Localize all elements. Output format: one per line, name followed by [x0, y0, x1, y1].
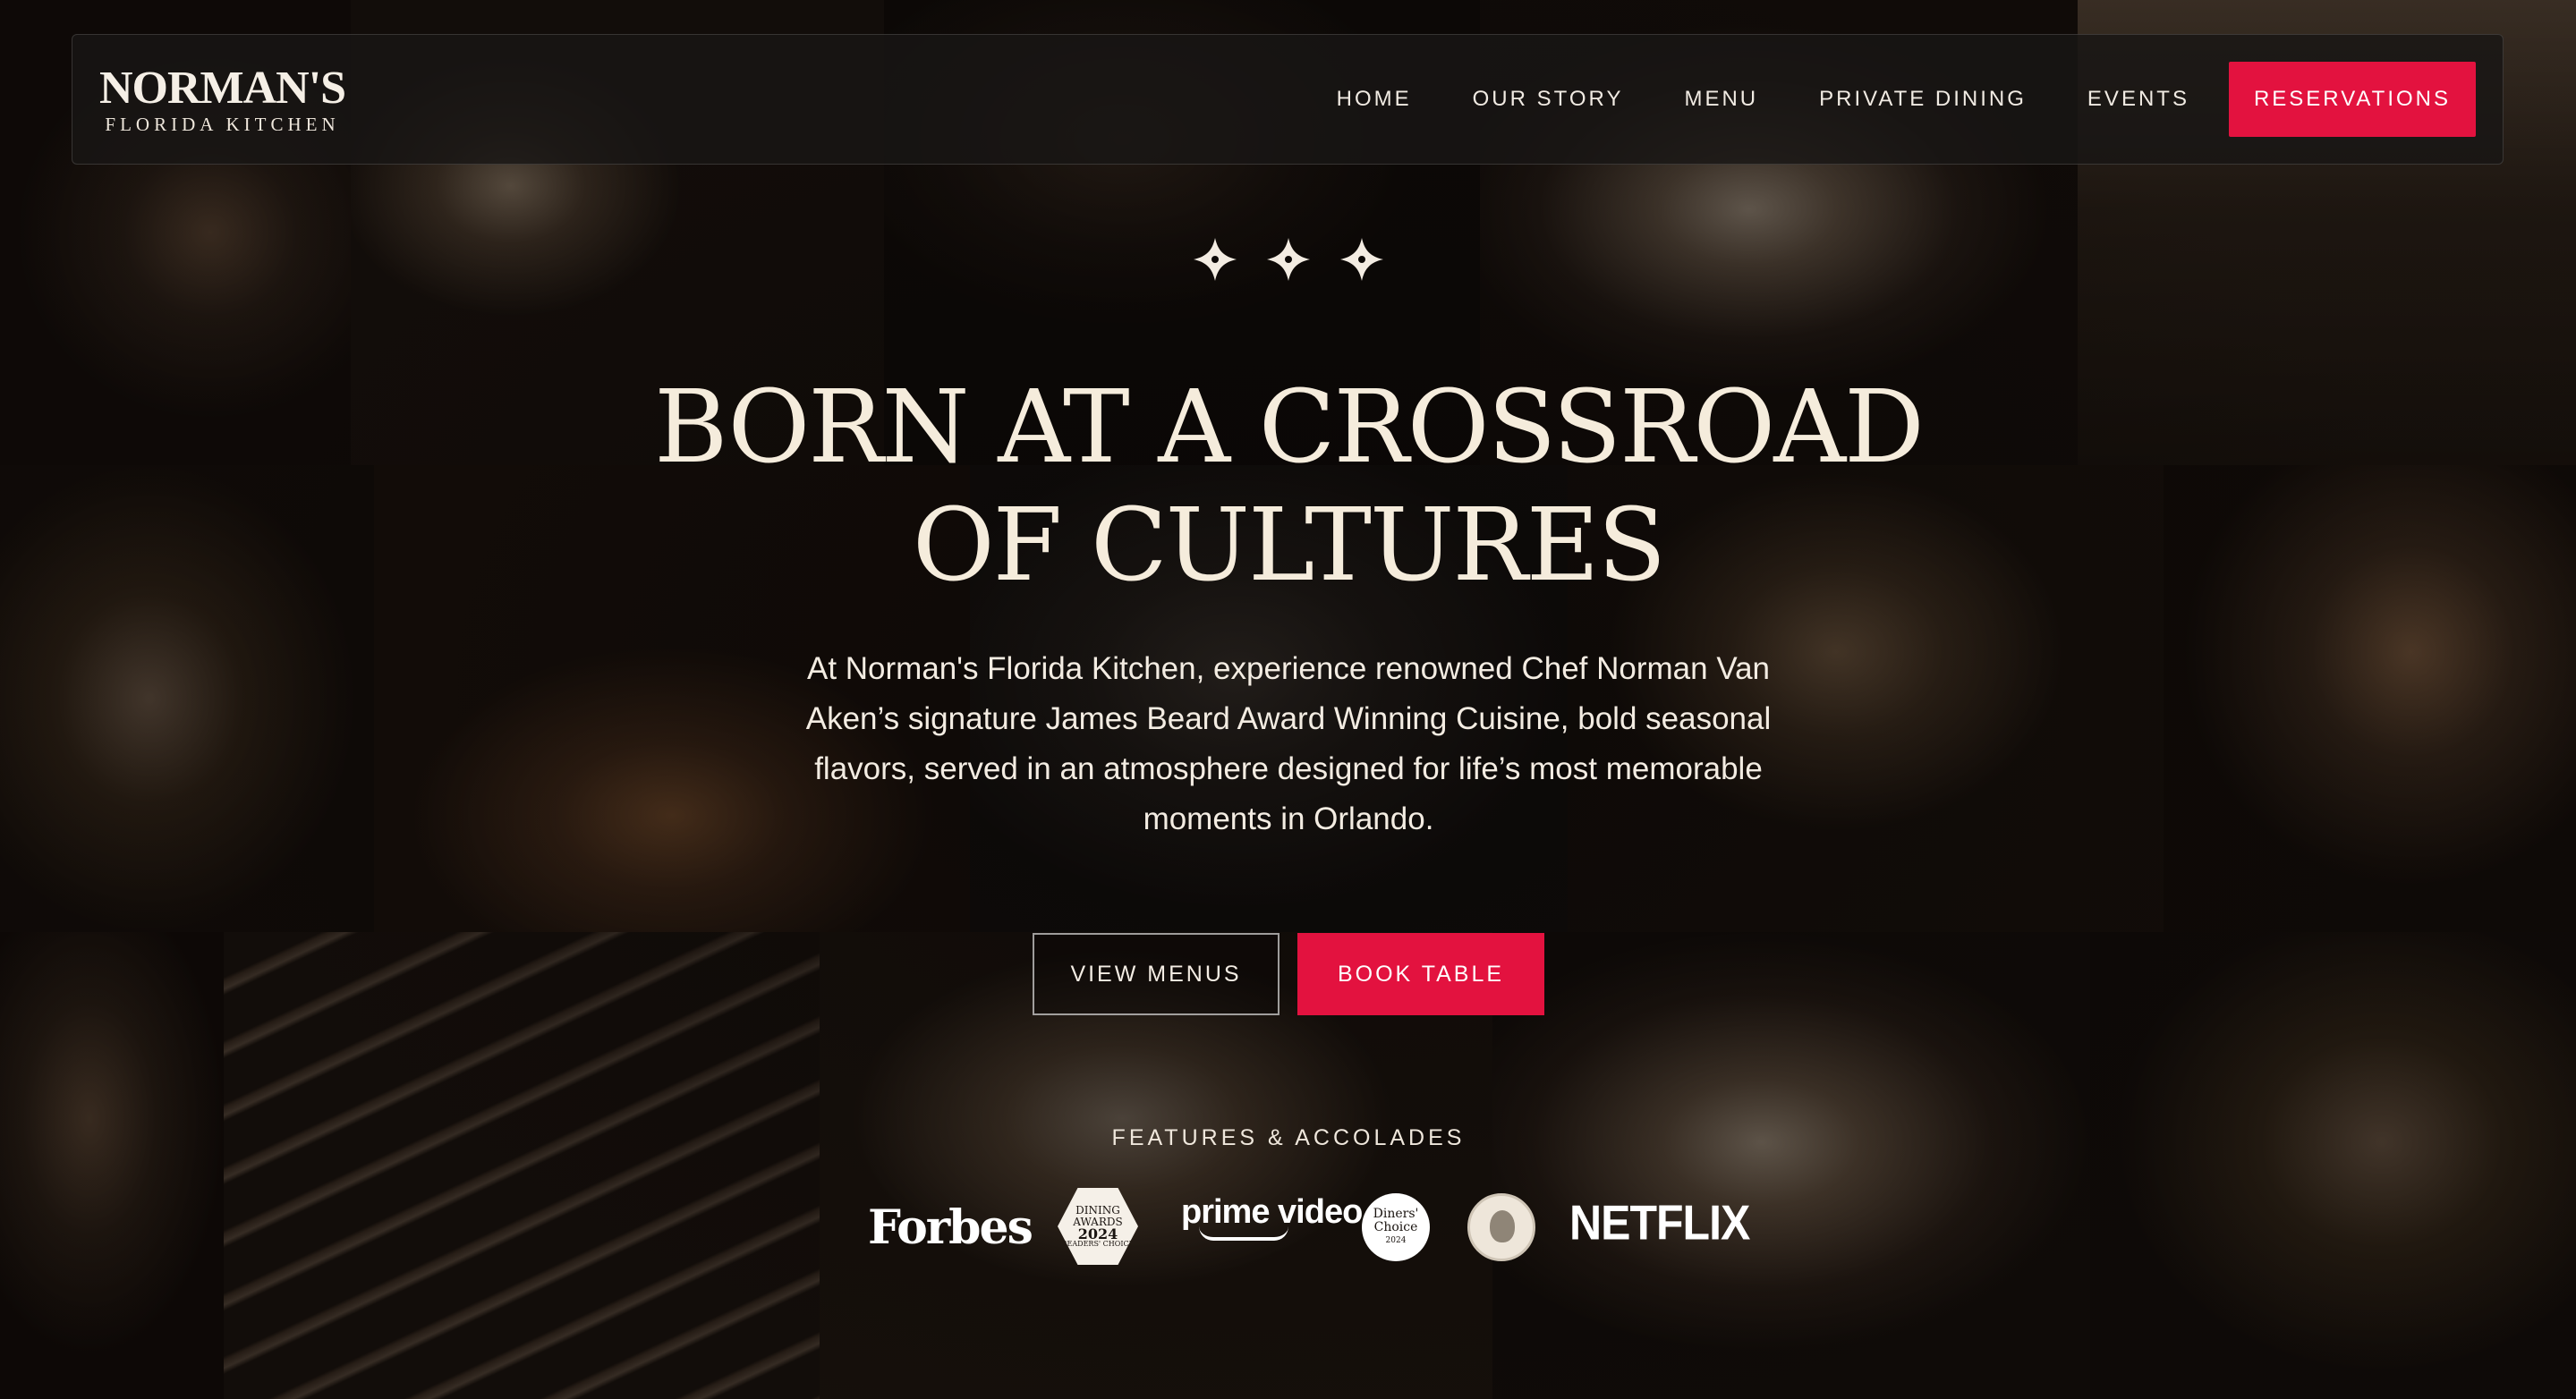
- hero-buttons: VIEW MENUS BOOK TABLE: [1033, 933, 1544, 1015]
- hero-title-line1: BORN AT A CROSSROAD: [654, 369, 1925, 486]
- james-beard-medal-icon: [1467, 1193, 1535, 1261]
- diners-choice-line1: Diners': [1373, 1206, 1419, 1221]
- nav-our-story[interactable]: OUR STORY: [1473, 87, 1624, 112]
- nav-home[interactable]: HOME: [1337, 87, 1412, 112]
- diners-choice-line2: Choice: [1373, 1219, 1418, 1234]
- fleur-star-icon: [1340, 238, 1383, 281]
- prime-smile-icon: [1199, 1226, 1288, 1241]
- fleur-star-icon: [1194, 238, 1237, 281]
- accolades-label: FEATURES & ACCOLADES: [1111, 1125, 1466, 1150]
- nav-private-dining[interactable]: PRIVATE DINING: [1819, 87, 2027, 112]
- book-table-button[interactable]: BOOK TABLE: [1297, 933, 1544, 1015]
- netflix-logo: NETFLIX: [1569, 1195, 1750, 1251]
- diners-choice-year: 2024: [1385, 1235, 1407, 1245]
- brand-tagline: FLORIDA KITCHEN: [105, 114, 340, 135]
- brand-name: NORMAN'S: [99, 63, 346, 114]
- dining-awards-badge: DINING AWARDS 2024 READERS' CHOICE: [1058, 1188, 1138, 1265]
- fleur-star-icon: [1267, 238, 1310, 281]
- diners-choice-badge: Diners' Choice 2024: [1362, 1193, 1430, 1261]
- nav-menu[interactable]: MENU: [1684, 87, 1758, 112]
- hero-title-line2: OF CULTURES: [912, 488, 1666, 604]
- hero-title: BORN AT A CROSSROAD OF CULTURES: [573, 369, 2004, 605]
- view-menus-button[interactable]: VIEW MENUS: [1033, 933, 1279, 1015]
- brand-logo[interactable]: NORMAN'S FLORIDA KITCHEN: [99, 63, 346, 136]
- main-nav: HOME OUR STORY MENU PRIVATE DINING EVENT…: [1276, 62, 2476, 137]
- reservations-button[interactable]: RESERVATIONS: [2228, 62, 2476, 137]
- prime-video-logo: prime video: [1181, 1193, 1363, 1241]
- nav-events[interactable]: EVENTS: [2087, 87, 2189, 112]
- dining-awards-line3: READERS' CHOICE: [1061, 1240, 1135, 1248]
- hero-description: At Norman's Florida Kitchen, experience …: [805, 651, 1772, 836]
- forbes-logo: Forbes: [868, 1200, 1033, 1255]
- site-header: NORMAN'S FLORIDA KITCHEN HOME OUR STORY …: [72, 34, 2504, 165]
- dining-awards-year: 2024: [1077, 1225, 1118, 1242]
- decorative-stars: [1190, 234, 1387, 288]
- accolades-logos: Forbes DINING AWARDS 2024 READERS' CHOIC…: [868, 1188, 1750, 1268]
